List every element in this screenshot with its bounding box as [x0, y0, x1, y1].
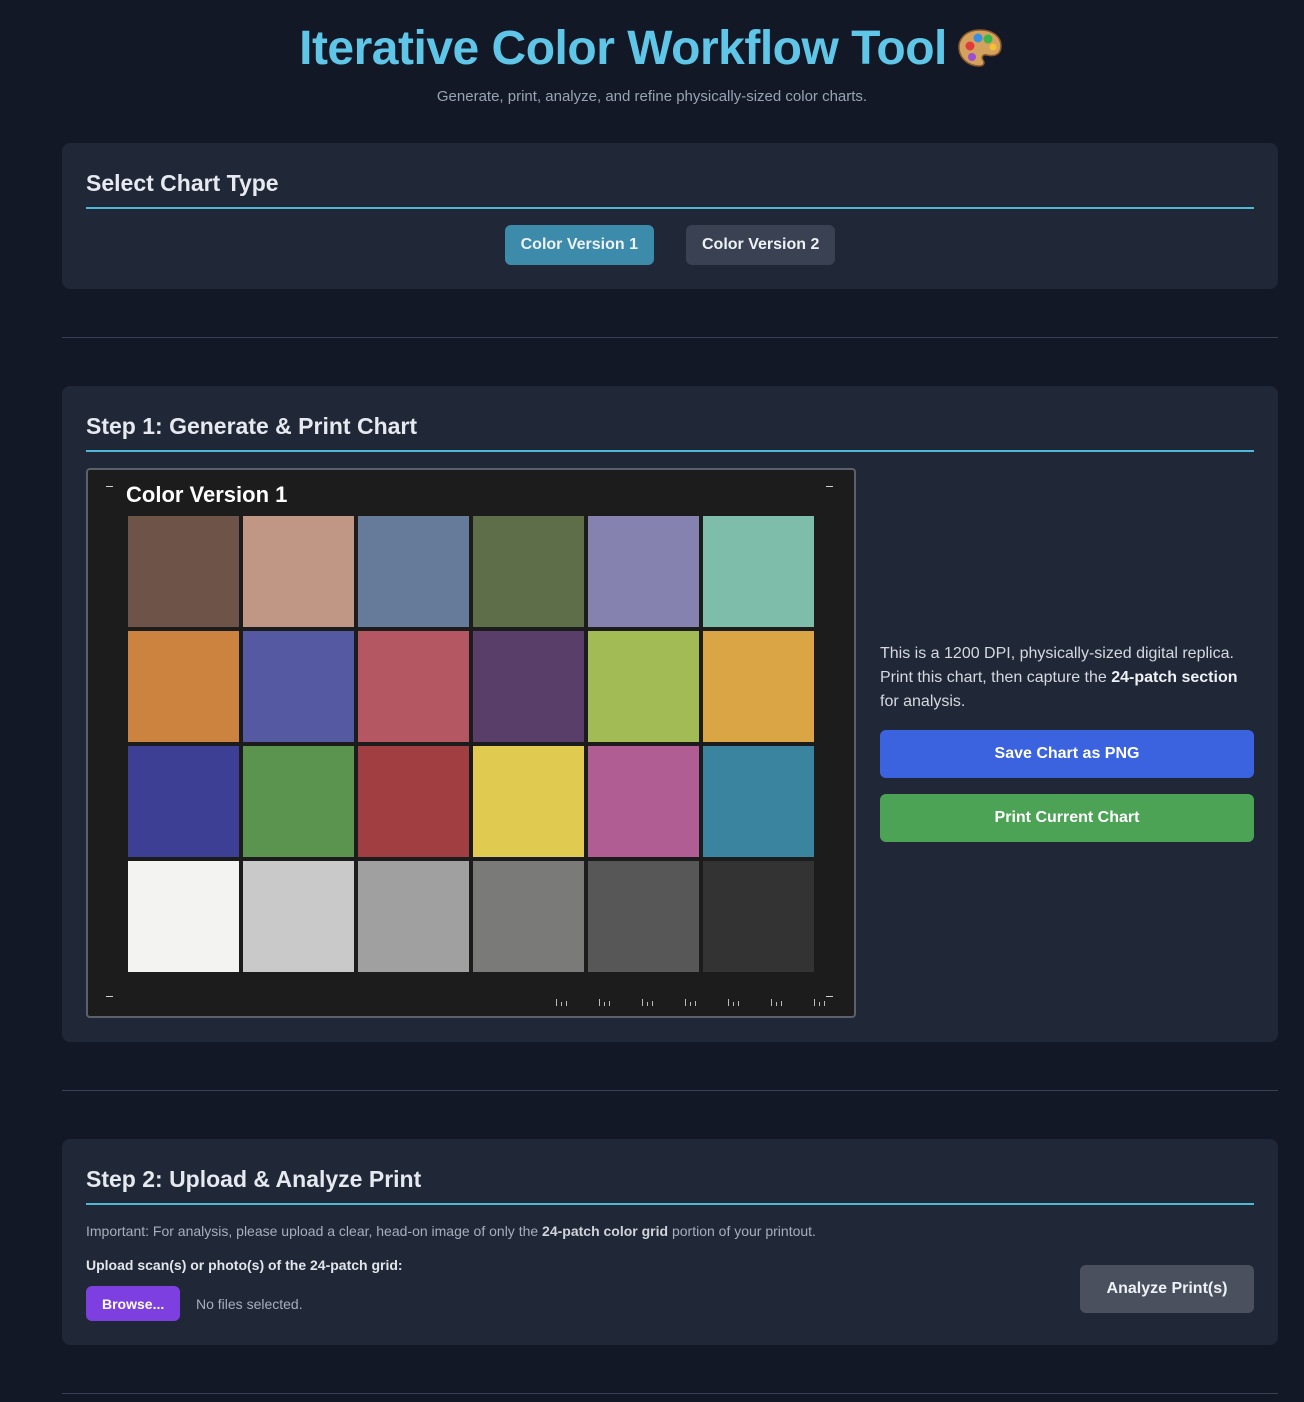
color-patch: [703, 746, 814, 857]
color-patch: [703, 516, 814, 627]
tick-mark: [824, 1001, 825, 1006]
analyze-prints-button[interactable]: Analyze Print(s): [1080, 1265, 1254, 1313]
color-patch: [473, 516, 584, 627]
tab-color-version-1[interactable]: Color Version 1: [504, 225, 654, 265]
upload-note-text: Important: For analysis, please upload a…: [86, 1223, 543, 1239]
registration-mark: [106, 486, 113, 487]
tick-mark: [566, 1001, 567, 1006]
tick-mark: [642, 999, 643, 1006]
tick-mark: [561, 1002, 562, 1006]
color-chart-preview: Color Version 1: [86, 468, 856, 1018]
section-divider: [62, 1393, 1278, 1394]
color-patch: [588, 631, 699, 742]
tick-mark: [728, 999, 729, 1006]
color-patch: [128, 746, 239, 857]
color-patch: [243, 631, 354, 742]
tick-mark: [781, 1001, 782, 1006]
save-chart-png-button[interactable]: Save Chart as PNG: [880, 730, 1254, 778]
registration-mark: [826, 996, 833, 997]
upload-note-bold: 24-patch color grid: [542, 1223, 669, 1239]
chart-type-heading: Select Chart Type: [86, 143, 1254, 209]
color-patch: [473, 861, 584, 972]
page-title-text: Iterative Color Workflow Tool: [299, 22, 947, 75]
tick-mark: [685, 999, 686, 1006]
registration-mark: [106, 996, 113, 997]
tick-mark: [599, 999, 600, 1006]
step1-side-panel: This is a 1200 DPI, physically-sized dig…: [880, 642, 1254, 842]
color-patch: [128, 861, 239, 972]
tick-mark: [776, 1002, 777, 1006]
page-title: Iterative Color Workflow Tool: [0, 0, 1304, 82]
color-patch: [128, 631, 239, 742]
color-patch: [358, 631, 469, 742]
color-patch: [473, 746, 584, 857]
tick-mark: [738, 1001, 739, 1006]
tick-mark: [690, 1002, 691, 1006]
upload-label: Upload scan(s) or photo(s) of the 24-pat…: [86, 1257, 403, 1273]
step1-panel: Step 1: Generate & Print Chart Color Ver…: [62, 386, 1278, 1042]
section-divider: [62, 1090, 1278, 1091]
browse-button[interactable]: Browse...: [86, 1286, 181, 1321]
file-status: No files selected.: [196, 1296, 303, 1312]
color-patch: [588, 516, 699, 627]
color-patch: [703, 861, 814, 972]
tick-mark: [556, 999, 557, 1006]
color-patch: [473, 631, 584, 742]
chart-description-suffix: for analysis.: [880, 693, 966, 710]
upload-note-suffix: portion of your printout.: [668, 1223, 816, 1239]
color-patch: [358, 516, 469, 627]
tick-mark: [609, 1001, 610, 1006]
chart-type-panel: Select Chart Type Color Version 1 Color …: [62, 143, 1278, 289]
chart-type-tabs: Color Version 1 Color Version 2: [86, 225, 1254, 265]
step2-panel: Step 2: Upload & Analyze Print Important…: [62, 1139, 1278, 1345]
section-divider: [62, 337, 1278, 338]
color-patch: [243, 516, 354, 627]
color-patch: [358, 861, 469, 972]
chart-description: This is a 1200 DPI, physically-sized dig…: [880, 642, 1254, 714]
chart-name: Color Version 1: [126, 482, 288, 507]
chart-description-bold: 24-patch section: [1111, 669, 1238, 686]
color-patch: [243, 746, 354, 857]
patch-grid: [128, 516, 814, 972]
tick-mark: [647, 1002, 648, 1006]
tick-mark: [733, 1002, 734, 1006]
registration-mark: [826, 486, 833, 487]
tick-mark: [604, 1002, 605, 1006]
color-patch: [588, 746, 699, 857]
tick-mark: [652, 1001, 653, 1006]
page-subtitle: Generate, print, analyze, and refine phy…: [436, 88, 868, 105]
step1-heading: Step 1: Generate & Print Chart: [86, 386, 1254, 452]
tick-mark: [814, 999, 815, 1006]
step2-heading: Step 2: Upload & Analyze Print: [86, 1139, 1254, 1205]
tick-marks: [556, 996, 826, 1006]
color-patch: [703, 631, 814, 742]
upload-note: Important: For analysis, please upload a…: [86, 1223, 1254, 1239]
color-patch: [358, 746, 469, 857]
color-patch: [588, 861, 699, 972]
palette-icon: [955, 26, 1005, 82]
tick-mark: [695, 1001, 696, 1006]
tab-color-version-2[interactable]: Color Version 2: [686, 225, 836, 265]
print-chart-button[interactable]: Print Current Chart: [880, 794, 1254, 842]
tick-mark: [819, 1002, 820, 1006]
color-patch: [243, 861, 354, 972]
tick-mark: [771, 999, 772, 1006]
color-patch: [128, 516, 239, 627]
